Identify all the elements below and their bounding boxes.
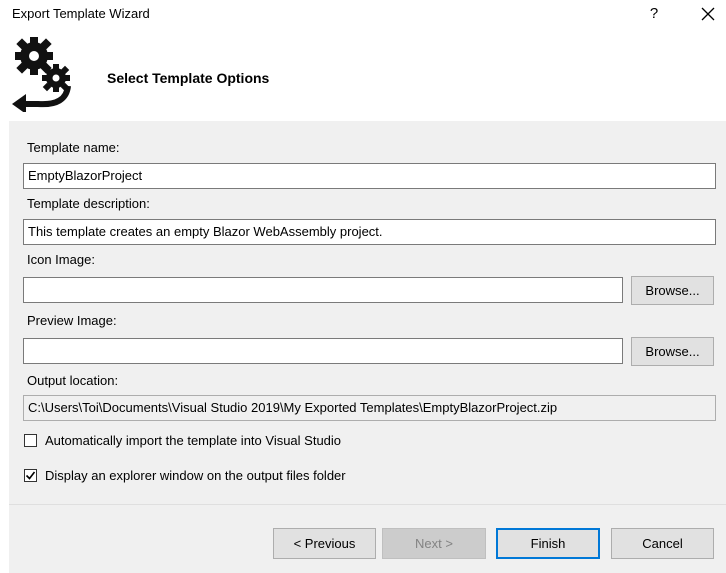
- output-location-field[interactable]: C:\Users\Toi\Documents\Visual Studio 201…: [23, 395, 716, 421]
- checkmark-icon: [25, 471, 36, 480]
- cancel-button[interactable]: Cancel: [611, 528, 714, 559]
- auto-import-option[interactable]: Automatically import the template into V…: [24, 431, 341, 449]
- template-description-label: Template description:: [27, 196, 150, 211]
- explorer-option[interactable]: Display an explorer window on the output…: [24, 466, 346, 484]
- gear-arrow-icon: [12, 37, 71, 112]
- template-description-field[interactable]: This template creates an empty Blazor We…: [23, 219, 716, 245]
- page-heading: Select Template Options: [107, 70, 270, 86]
- auto-import-label: Automatically import the template into V…: [45, 432, 342, 448]
- wizard-header: Select Template Options: [0, 28, 726, 120]
- preview-image-field[interactable]: [23, 338, 623, 364]
- close-icon: [701, 7, 715, 21]
- explorer-checkbox[interactable]: [24, 468, 37, 482]
- options-panel: Template name: EmptyBlazorProject Templa…: [9, 121, 726, 504]
- window-title: Export Template Wizard: [12, 6, 150, 21]
- icon-image-label: Icon Image:: [27, 252, 95, 267]
- preview-browse-button[interactable]: Browse...: [631, 337, 714, 366]
- help-button[interactable]: ?: [644, 3, 664, 25]
- previous-button[interactable]: < Previous: [273, 528, 376, 559]
- preview-image-label: Preview Image:: [27, 313, 117, 328]
- title-bar: Export Template Wizard ?: [0, 0, 726, 28]
- template-name-label: Template name:: [27, 140, 120, 155]
- explorer-label: Display an explorer window on the output…: [45, 467, 346, 483]
- button-bar: < Previous Next > Finish Cancel: [9, 504, 726, 573]
- close-button[interactable]: [694, 3, 722, 25]
- output-location-label: Output location:: [27, 373, 119, 388]
- icon-browse-button[interactable]: Browse...: [631, 276, 714, 305]
- icon-image-field[interactable]: [23, 277, 623, 303]
- auto-import-checkbox[interactable]: [24, 433, 37, 447]
- next-button[interactable]: Next >: [382, 528, 486, 559]
- template-name-field[interactable]: EmptyBlazorProject: [23, 163, 716, 189]
- finish-button[interactable]: Finish: [496, 528, 600, 559]
